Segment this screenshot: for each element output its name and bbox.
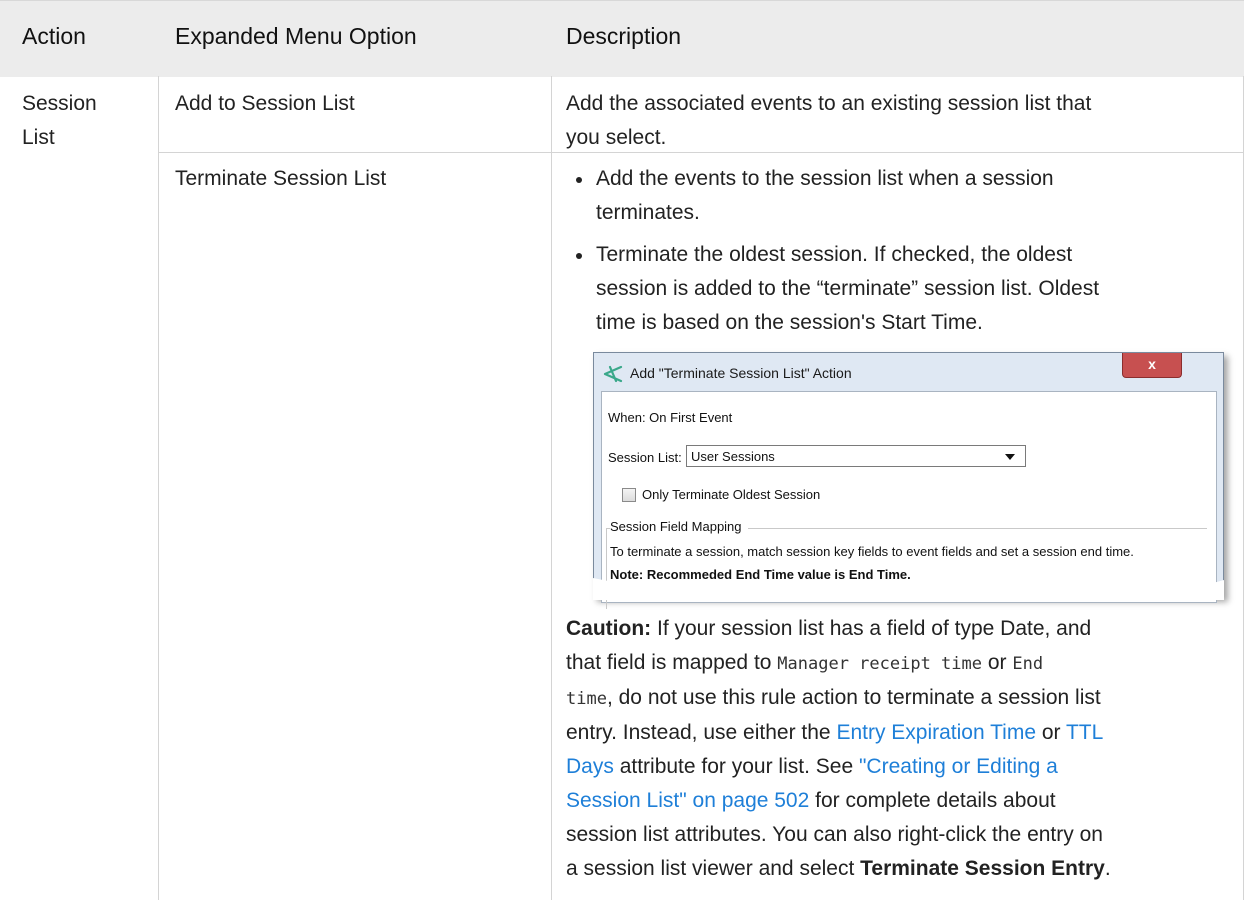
description-add: Add the associated events to an existing… xyxy=(566,87,1091,155)
caution-line-7: session list attributes. You can also ri… xyxy=(566,818,1242,852)
caution-text: or xyxy=(1036,721,1066,744)
caution-line-1: Caution: If your session list has a fiel… xyxy=(566,612,1242,646)
dialog-close-button[interactable]: x xyxy=(1122,353,1182,378)
caution-line-3: time, do not use this rule action to ter… xyxy=(566,681,1242,716)
code-manager-receipt-time: Manager receipt time xyxy=(777,654,982,674)
chevron-down-icon xyxy=(1005,454,1015,460)
col-divider-2 xyxy=(551,76,552,900)
dialog-when-label: When: On First Event xyxy=(608,410,733,425)
creating-editing-session-list-link[interactable]: "Creating or Editing a xyxy=(859,755,1058,778)
option-terminate-session-list: Terminate Session List xyxy=(175,167,387,190)
caution-text: entry. Instead, use either the xyxy=(566,721,837,744)
code-end-time: time xyxy=(566,689,607,709)
bullet-item: Add the events to the session list when … xyxy=(566,162,1236,230)
table-header: Action Expanded Menu Option Description xyxy=(0,0,1244,77)
caution-label: Caution: xyxy=(566,617,652,640)
header-expanded-menu-option: Expanded Menu Option xyxy=(175,23,417,49)
ttl-days-link[interactable]: Days xyxy=(566,755,614,778)
bullet-2-line-1: Terminate the oldest session. If checked… xyxy=(596,243,1073,266)
entry-expiration-time-link[interactable]: Entry Expiration Time xyxy=(836,721,1036,744)
desc-line-1: Add the associated events to an existing… xyxy=(566,92,1092,115)
code-end-time: End xyxy=(1012,654,1044,674)
session-list-label: Session List: xyxy=(608,450,682,465)
caution-text: If your session list has a field of type… xyxy=(651,617,1092,640)
action-line-2: List xyxy=(22,126,55,149)
header-description: Description xyxy=(566,23,682,49)
caution-text: . xyxy=(1104,857,1111,880)
action-line-1: Session xyxy=(22,92,97,115)
option-add-to-session-list: Add to Session List xyxy=(175,92,355,115)
header-action: Action xyxy=(22,23,86,49)
caution-text: or xyxy=(982,651,1013,674)
session-list-select[interactable]: User Sessions xyxy=(686,445,1026,467)
caution-text: that field is mapped to xyxy=(566,651,778,674)
caution-text: a session list viewer and select xyxy=(566,857,861,880)
caution-text: , do not use this rule action to termina… xyxy=(606,686,1101,709)
desc-line-2: you select. xyxy=(566,126,667,149)
dialog-frame: Add "Terminate Session List" Action x Wh… xyxy=(593,352,1224,609)
dialog-body: When: On First Event Session List: User … xyxy=(601,391,1217,609)
ttl-days-link[interactable]: TTL xyxy=(1066,721,1103,744)
terminate-session-dialog-image: Add "Terminate Session List" Action x Wh… xyxy=(593,352,1224,609)
caution-line-5: Days attribute for your list. See "Creat… xyxy=(566,750,1242,784)
caution-text: attribute for your list. See xyxy=(613,755,859,778)
only-terminate-oldest-label: Only Terminate Oldest Session xyxy=(642,487,821,502)
caution-paragraph: Caution: If your session list has a fiel… xyxy=(566,612,1242,886)
session-field-mapping-text: To terminate a session, match session ke… xyxy=(610,544,1134,559)
bullet-2-line-3: time is based on the session's Start Tim… xyxy=(596,311,983,334)
terminate-session-entry-term: Terminate Session Entry xyxy=(860,857,1105,880)
caution-line-8: a session list viewer and select Termina… xyxy=(566,852,1242,886)
col-divider-1 xyxy=(158,76,159,900)
caution-line-2: that field is mapped to Manager receipt … xyxy=(566,646,1242,681)
bullet-1-line-2: terminates. xyxy=(596,201,700,224)
bullet-2-line-2: session is added to the “terminate” sess… xyxy=(596,277,1100,300)
caution-line-4: entry. Instead, use either the Entry Exp… xyxy=(566,716,1242,750)
terminate-bullets: Add the events to the session list when … xyxy=(566,162,1236,340)
creating-editing-session-list-link[interactable]: Session List" on page 502 xyxy=(566,789,809,812)
bullet-1-line-1: Add the events to the session list when … xyxy=(596,167,1054,190)
action-cell: Session List xyxy=(22,87,97,155)
caution-text: for complete details about xyxy=(809,789,1056,812)
session-field-mapping-label: Session Field Mapping xyxy=(610,519,748,534)
bullet-item: Terminate the oldest session. If checked… xyxy=(566,238,1236,340)
app-logo-icon xyxy=(603,365,623,383)
only-terminate-oldest-checkbox[interactable] xyxy=(622,488,636,502)
caution-text: session list attributes. You can also ri… xyxy=(566,823,1103,846)
session-list-value: User Sessions xyxy=(691,449,775,464)
caution-line-6: Session List" on page 502 for complete d… xyxy=(566,784,1242,818)
torn-edge xyxy=(593,578,1224,600)
dialog-title: Add "Terminate Session List" Action xyxy=(630,365,852,381)
